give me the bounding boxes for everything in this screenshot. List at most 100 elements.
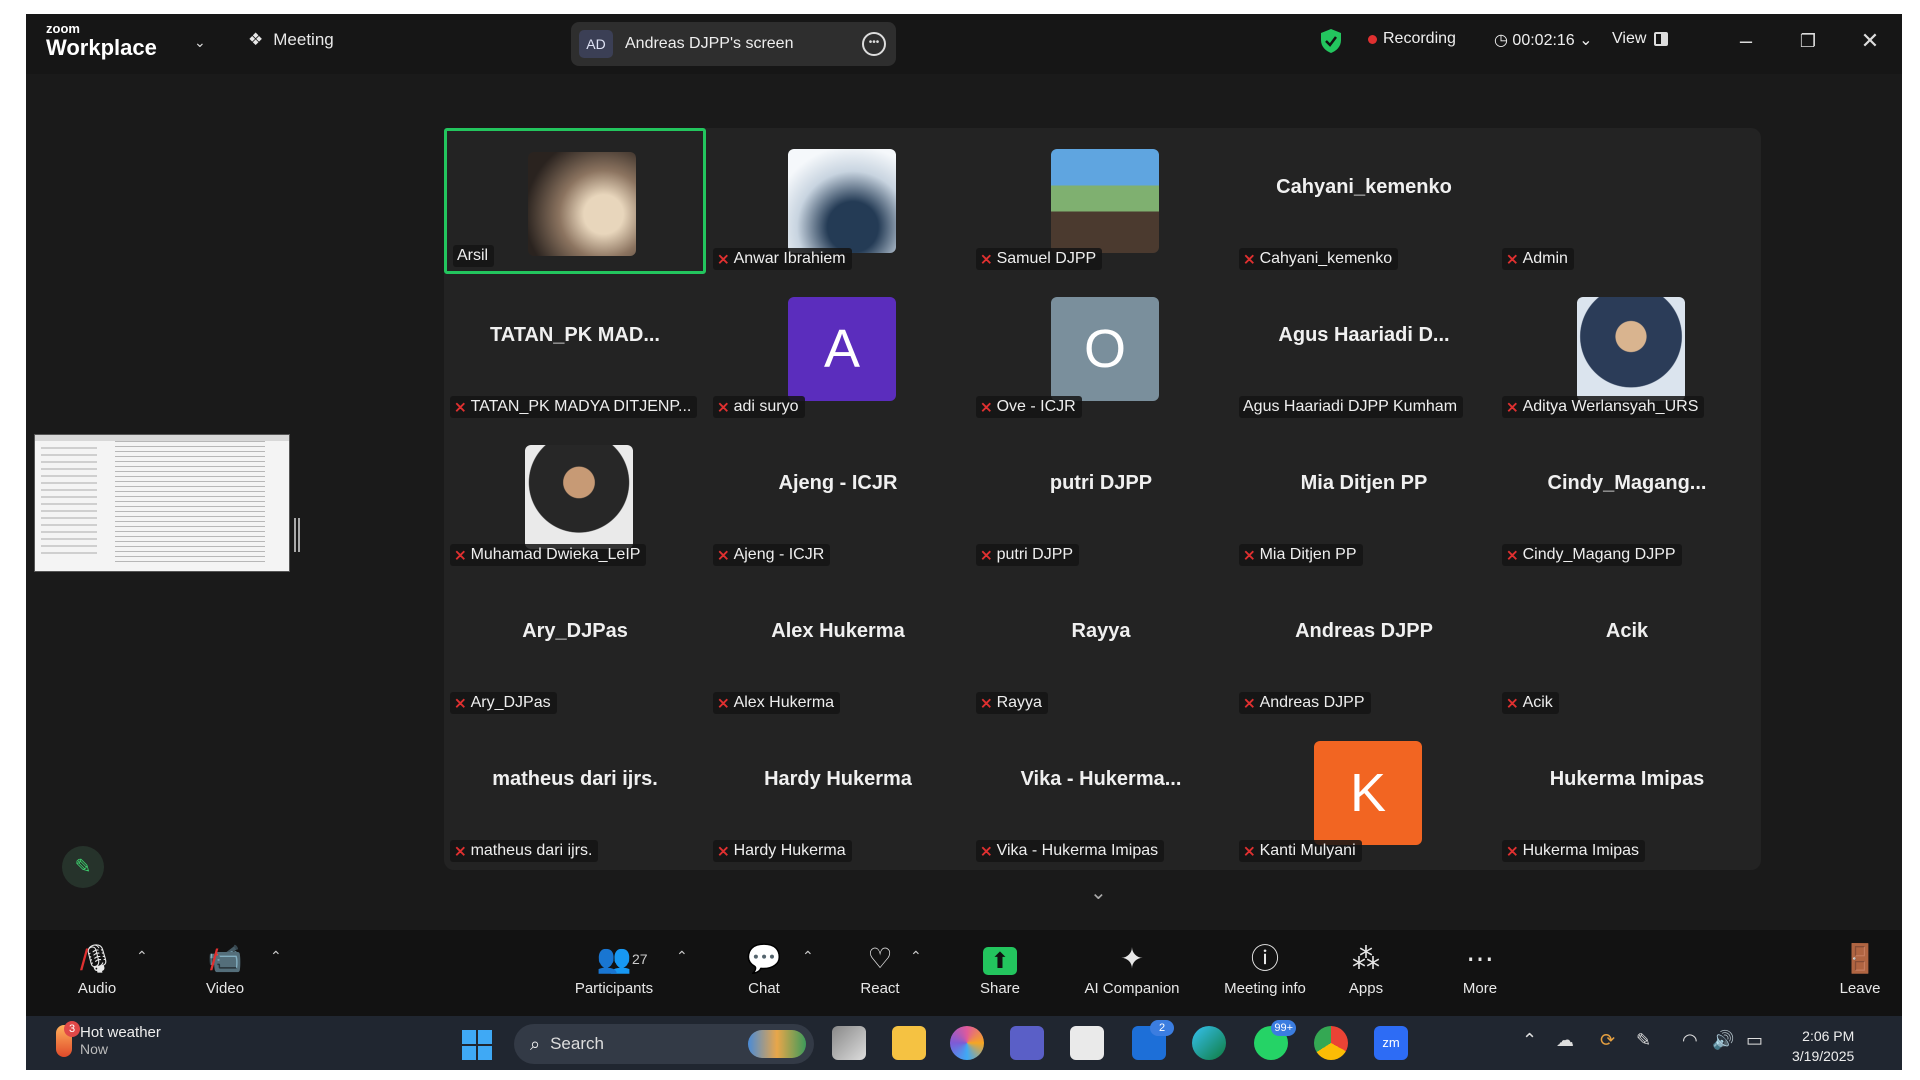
participant-name: Mia Ditjen PP — [1259, 546, 1357, 563]
participant-tile[interactable]: Hukerma Imipas ⨯ Hukerma Imipas — [1496, 720, 1758, 866]
lync-icon[interactable]: 2 — [1132, 1020, 1174, 1060]
participant-tile[interactable]: ⨯ Anwar Ibrahiem — [707, 128, 969, 274]
participant-tile[interactable]: Cindy_Magang... ⨯ Cindy_Magang DJPP — [1496, 424, 1758, 570]
muted-mic-icon: ⨯ — [717, 843, 730, 860]
participant-name: Cindy_Magang DJPP — [1522, 546, 1676, 563]
participant-tile[interactable]: Vika - Hukerma... ⨯ Vika - Hukerma Imipas — [970, 720, 1232, 866]
participant-tile[interactable]: A ⨯ adi suryo — [707, 276, 969, 422]
chevron-up-icon[interactable]: ⌃ — [1522, 1030, 1537, 1051]
participant-tile[interactable]: Mia Ditjen PP ⨯ Mia Ditjen PP — [1233, 424, 1495, 570]
participant-tile[interactable]: Ary_DJPas ⨯ Ary_DJPas — [444, 572, 706, 718]
participant-tile[interactable]: ⨯ Aditya Werlansyah_URS — [1496, 276, 1758, 422]
video-options-caret-icon[interactable]: ⌃ — [270, 948, 282, 965]
participant-tile[interactable]: Alex Hukerma ⨯ Alex Hukerma — [707, 572, 969, 718]
participant-display-name: Mia Ditjen PP — [1300, 472, 1428, 494]
screen-share-indicator[interactable]: AD Andreas DJPP's screen ••• — [571, 22, 896, 66]
zoom-taskbar-icon[interactable]: zm — [1374, 1026, 1408, 1060]
onedrive-icon[interactable]: ☁ — [1556, 1030, 1574, 1051]
leave-door-icon: 🚪 — [1842, 943, 1878, 974]
chevron-down-icon[interactable]: ⌄ — [194, 34, 206, 51]
chat-caret-icon[interactable]: ⌃ — [802, 948, 814, 965]
participant-tile[interactable]: TATAN_PK MAD... ⨯ TATAN_PK MADYA DITJENP..… — [444, 276, 706, 422]
participant-avatar: K — [1314, 741, 1422, 845]
participant-tile[interactable]: Rayya ⨯ Rayya — [970, 572, 1232, 718]
participant-name-label: ⨯ Ove - ICJR — [976, 396, 1082, 418]
task-view-icon[interactable] — [832, 1026, 866, 1060]
wifi-icon[interactable]: ◠ — [1682, 1030, 1698, 1051]
muted-mic-icon: ⨯ — [717, 399, 730, 416]
more-label: More — [1462, 980, 1498, 997]
view-button[interactable]: View — [1612, 30, 1669, 48]
store-icon[interactable] — [1070, 1026, 1104, 1060]
meeting-timer[interactable]: ◷ 00:02:16 ⌄ — [1494, 30, 1593, 50]
teams-icon[interactable] — [1010, 1026, 1044, 1060]
participant-display-name: matheus dari ijrs. — [492, 768, 658, 790]
participant-video — [525, 445, 633, 549]
participant-tile[interactable]: Arsil — [444, 128, 706, 274]
participant-tile[interactable]: ⨯ Admin — [1496, 128, 1758, 274]
participant-tile[interactable]: Andreas DJPP ⨯ Andreas DJPP — [1233, 572, 1495, 718]
close-button[interactable]: ✕ — [1850, 24, 1890, 58]
recording-indicator[interactable]: Recording — [1368, 30, 1456, 48]
shield-check-icon[interactable] — [1320, 28, 1342, 54]
chat-button[interactable]: 💬 Chat — [734, 940, 794, 1010]
participant-name-label: ⨯ adi suryo — [713, 396, 805, 418]
participant-tile[interactable]: matheus dari ijrs. ⨯ matheus dari ijrs. — [444, 720, 706, 866]
battery-icon[interactable]: ▭ — [1746, 1030, 1763, 1051]
shared-screen-thumbnail[interactable] — [34, 434, 290, 572]
participants-button[interactable]: 👥 27 Participants — [564, 940, 664, 1010]
audio-button[interactable]: 🎙 / Audio — [66, 940, 128, 1010]
record-dot-icon — [1368, 34, 1377, 44]
participant-tile[interactable]: putri DJPP ⨯ putri DJPP — [970, 424, 1232, 570]
network-pen-icon[interactable]: ✎ — [1636, 1030, 1651, 1051]
file-explorer-icon[interactable] — [892, 1026, 926, 1060]
chrome-icon[interactable] — [1314, 1026, 1348, 1060]
video-button[interactable]: 📹 / Video — [194, 940, 256, 1010]
participant-tile[interactable]: Hardy Hukerma ⨯ Hardy Hukerma — [707, 720, 969, 866]
sync-icon[interactable]: ⟳ — [1600, 1030, 1615, 1051]
meeting-menu[interactable]: ❖ Meeting — [248, 30, 334, 50]
more-options-icon[interactable]: ••• — [862, 32, 886, 56]
participant-tile[interactable]: Cahyani_kemenko ⨯ Cahyani_kemenko — [1233, 128, 1495, 274]
participants-caret-icon[interactable]: ⌃ — [676, 948, 688, 965]
meeting-info-label: Meeting info — [1224, 980, 1306, 997]
leave-button[interactable]: 🚪 Leave — [1830, 940, 1890, 1010]
participant-tile[interactable]: O ⨯ Ove - ICJR — [970, 276, 1232, 422]
chevron-down-icon[interactable]: ⌄ — [1090, 880, 1107, 905]
taskbar-search[interactable]: ⌕ Search — [514, 1024, 814, 1064]
weather-badge: 3 — [64, 1020, 80, 1037]
participant-tile[interactable]: K ⨯ Kanti Mulyani — [1233, 720, 1495, 866]
edge-icon[interactable] — [1192, 1026, 1226, 1060]
whatsapp-icon[interactable]: 99+ — [1254, 1020, 1296, 1060]
volume-icon[interactable]: 🔊 — [1712, 1030, 1734, 1051]
share-button[interactable]: ⬆ Share — [970, 940, 1030, 1010]
more-button[interactable]: ⋯ More — [1450, 940, 1510, 1010]
participant-tile[interactable]: ⨯ Samuel DJPP — [970, 128, 1232, 274]
participant-tile[interactable]: ⨯ Muhamad Dwieka_LeIP — [444, 424, 706, 570]
participant-name-label: ⨯ Anwar Ibrahiem — [713, 248, 852, 270]
ai-companion-button[interactable]: ✦ AI Companion — [1072, 940, 1192, 1010]
zoom-workplace-logo[interactable]: zoom Workplace — [46, 22, 157, 60]
windows-start-icon[interactable] — [462, 1030, 492, 1060]
resize-handle[interactable] — [294, 518, 300, 552]
restore-button[interactable]: ❐ — [1788, 24, 1828, 58]
participant-tile[interactable]: Agus Haariadi D... Agus Haariadi DJPP Kum… — [1233, 276, 1495, 422]
taskbar-clock[interactable]: 2:06 PM 3/19/2025 — [1792, 1026, 1854, 1066]
apps-button[interactable]: ⁂ Apps — [1336, 940, 1396, 1010]
copilot-icon[interactable] — [950, 1026, 984, 1060]
search-label: Search — [550, 1034, 604, 1053]
weather-widget[interactable]: 3 Hot weather Now — [56, 1020, 161, 1057]
participant-name: Andreas DJPP — [1259, 694, 1365, 711]
participant-tile[interactable]: Acik ⨯ Acik — [1496, 572, 1758, 718]
minimize-button[interactable]: – — [1726, 24, 1766, 58]
react-caret-icon[interactable]: ⌃ — [910, 948, 922, 965]
annotate-pen-icon[interactable]: ✎ — [62, 846, 104, 888]
audio-options-caret-icon[interactable]: ⌃ — [136, 948, 148, 965]
participant-tile[interactable]: Ajeng - ICJR ⨯ Ajeng - ICJR — [707, 424, 969, 570]
ai-companion-label: AI Companion — [1084, 980, 1180, 997]
muted-mic-icon: ⨯ — [1243, 695, 1256, 712]
muted-mic-icon: ⨯ — [1506, 547, 1519, 564]
react-button[interactable]: ♡ React — [850, 940, 910, 1010]
meeting-info-button[interactable]: ⓘ Meeting info — [1210, 940, 1320, 1010]
whatsapp-badge: 99+ — [1271, 1020, 1296, 1036]
